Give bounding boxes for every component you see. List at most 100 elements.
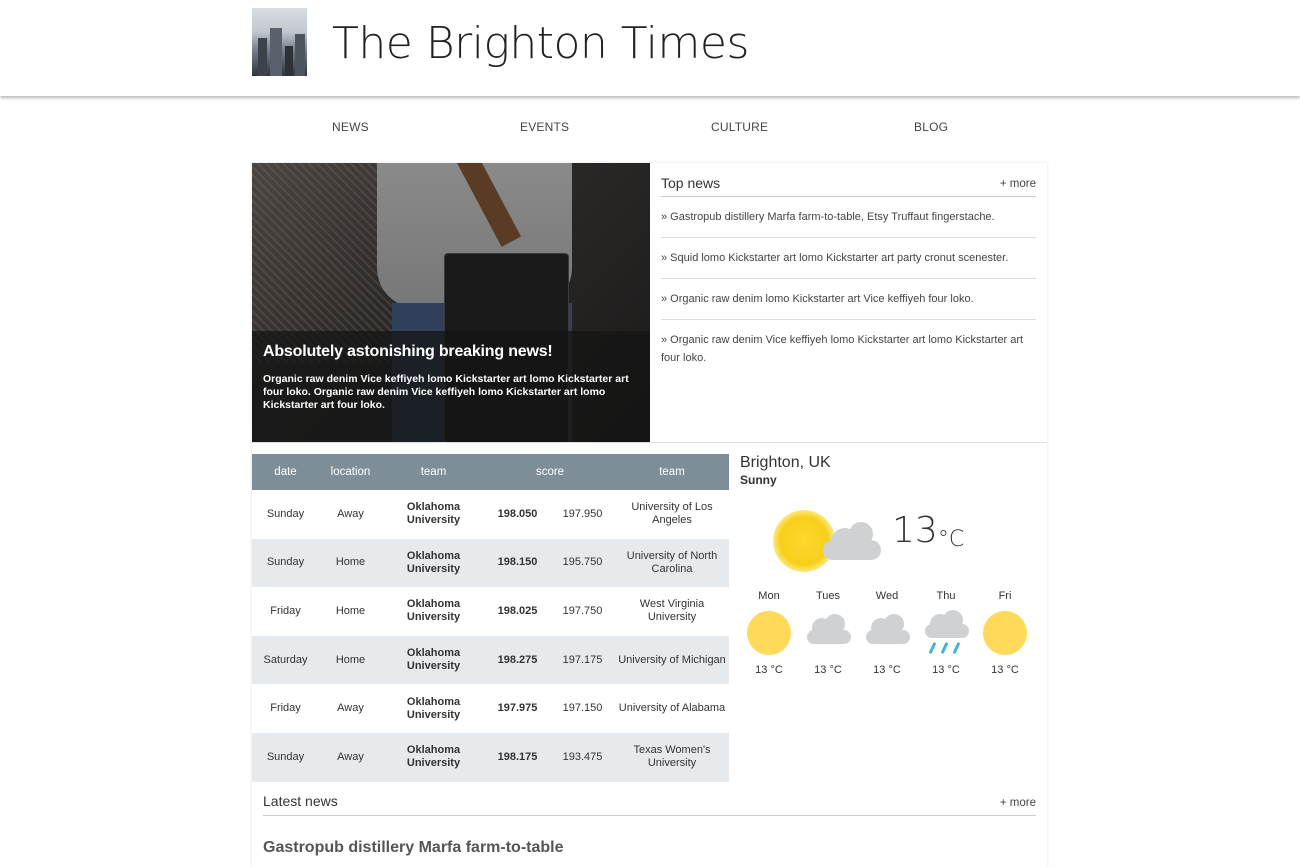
hero-summary: Organic raw denim Vice keffiyeh lomo Kic… xyxy=(263,373,629,411)
nav-item-blog[interactable]: BLOG xyxy=(914,120,948,134)
table-header-row: date location team score team xyxy=(252,454,729,490)
top-news-list: » Gastropub distillery Marfa farm-to-tab… xyxy=(661,197,1036,378)
table-row: Sunday Away Oklahoma University 198.050 … xyxy=(252,490,729,539)
forecast-day: Tues 13 °C xyxy=(799,590,857,676)
site-header: The Brighton Times xyxy=(0,0,1300,96)
cell-opponent: West Virginia University xyxy=(639,598,705,624)
section-divider xyxy=(252,442,1047,443)
cell-opponent: University of Los Angeles xyxy=(631,501,713,527)
cloud-icon xyxy=(862,608,912,658)
cell-team: Oklahoma University xyxy=(406,695,461,721)
latest-news-more-link[interactable]: + more xyxy=(1000,797,1036,809)
forecast-temp: 13 °C xyxy=(932,664,960,676)
cell-location: Away xyxy=(319,732,382,782)
cell-date: Sunday xyxy=(266,507,305,520)
latest-news-headline[interactable]: Gastropub distillery Marfa farm-to-table xyxy=(263,839,1036,857)
forecast-temp: 13 °C xyxy=(991,664,1019,676)
forecast-temp: 13 °C xyxy=(873,664,901,676)
top-news-item[interactable]: » Gastropub distillery Marfa farm-to-tab… xyxy=(661,197,1036,238)
table-row: Sunday Home Oklahoma University 198.150 … xyxy=(252,538,729,588)
forecast-day-name: Thu xyxy=(936,590,956,602)
cell-score-away: 195.750 xyxy=(550,538,615,588)
table-row: Saturday Home Oklahoma University 198.27… xyxy=(252,635,729,685)
cell-date: Friday xyxy=(270,702,301,715)
hero-story[interactable]: Absolutely astonishing breaking news! Or… xyxy=(252,163,650,443)
cell-opponent: University of Alabama xyxy=(618,702,726,715)
cell-score-home: 198.275 xyxy=(485,635,550,685)
cell-team: Oklahoma University xyxy=(382,732,485,782)
top-news-section: Top news + more » Gastropub distillery M… xyxy=(661,175,1036,378)
cell-score-away: 197.150 xyxy=(562,702,603,715)
rain-cloud-icon xyxy=(921,608,971,658)
site-title[interactable]: The Brighton Times xyxy=(332,18,749,69)
forecast-day-name: Tues xyxy=(815,590,841,602)
forecast-day-name: Fri xyxy=(998,590,1012,602)
forecast-day: Thu 13 °C xyxy=(917,590,975,676)
sun-icon xyxy=(744,608,794,658)
cell-team: Oklahoma University xyxy=(406,501,461,527)
cell-score-home: 198.025 xyxy=(497,604,538,617)
table-row: Friday Home Oklahoma University 198.025 … xyxy=(252,587,729,636)
nav-item-events[interactable]: EVENTS xyxy=(520,120,569,134)
nav-item-news[interactable]: NEWS xyxy=(332,120,369,134)
cell-location: Away xyxy=(337,702,364,715)
col-header-opponent: team xyxy=(615,454,729,490)
sun-icon xyxy=(980,608,1030,658)
col-header-score: score xyxy=(485,454,615,490)
scores-table: date location team score team Sunday Awa… xyxy=(252,454,729,782)
cell-score-home: 198.050 xyxy=(497,507,538,520)
top-news-header: Top news + more xyxy=(661,175,1036,197)
cell-score-home: 198.150 xyxy=(485,538,550,588)
top-news-item[interactable]: » Squid lomo Kickstarter art lomo Kickst… xyxy=(661,238,1036,279)
forecast-day: Fri 13 °C xyxy=(976,590,1034,676)
hero-caption: Absolutely astonishing breaking news! Or… xyxy=(252,331,650,443)
cell-date: Sunday xyxy=(252,732,319,782)
cell-opponent: University of Michigan xyxy=(615,635,729,685)
cell-score-home: 198.175 xyxy=(485,732,550,782)
top-news-item[interactable]: » Organic raw denim Vice keffiyeh lomo K… xyxy=(661,320,1036,378)
cell-opponent: University of North Carolina xyxy=(615,538,729,588)
main-nav: NEWS EVENTS CULTURE BLOG xyxy=(252,120,1047,138)
forecast-day: Wed 13 °C xyxy=(858,590,916,676)
cell-score-away: 197.175 xyxy=(550,635,615,685)
top-news-title: Top news xyxy=(661,175,721,191)
cell-team: Oklahoma University xyxy=(382,635,485,685)
nav-item-culture[interactable]: CULTURE xyxy=(711,120,768,134)
cloud-icon xyxy=(803,608,853,658)
cell-date: Sunday xyxy=(252,538,319,588)
cell-date: Saturday xyxy=(252,635,319,685)
cell-score-away: 193.475 xyxy=(550,732,615,782)
current-temperature: 13°C xyxy=(892,510,965,552)
latest-news-section: Latest news + more Gastropub distillery … xyxy=(263,793,1036,857)
weather-city: Brighton, UK xyxy=(740,454,831,471)
weather-widget: Brighton, UK Sunny 13°C Mon 13 °C Tues 1… xyxy=(740,454,1040,676)
logo-image[interactable] xyxy=(252,8,307,76)
col-header-team: team xyxy=(382,454,485,490)
cell-date: Friday xyxy=(270,604,301,617)
forecast-temp: 13 °C xyxy=(755,664,783,676)
sun-cloud-icon xyxy=(765,502,885,582)
forecast-day-name: Mon xyxy=(758,590,780,602)
table-row: Friday Away Oklahoma University 197.975 … xyxy=(252,684,729,733)
table-row: Sunday Away Oklahoma University 198.175 … xyxy=(252,732,729,782)
col-header-location: location xyxy=(319,454,382,490)
cell-location: Home xyxy=(319,538,382,588)
main-content: Absolutely astonishing breaking news! Or… xyxy=(252,163,1047,867)
cell-opponent: Texas Women's University xyxy=(615,732,729,782)
cell-location: Home xyxy=(335,604,366,617)
latest-news-header: Latest news + more xyxy=(263,793,1036,816)
hero-headline[interactable]: Absolutely astonishing breaking news! xyxy=(263,343,639,361)
forecast-day-name: Wed xyxy=(875,590,899,602)
forecast-day: Mon 13 °C xyxy=(740,590,798,676)
weather-condition: Sunny xyxy=(740,473,777,487)
cell-location: Home xyxy=(319,635,382,685)
cell-location: Away xyxy=(337,507,364,520)
top-news-item[interactable]: » Organic raw denim lomo Kickstarter art… xyxy=(661,279,1036,320)
latest-news-title: Latest news xyxy=(263,793,338,809)
cell-score-away: 197.750 xyxy=(562,604,603,617)
cell-score-away: 197.950 xyxy=(562,507,603,520)
forecast-temp: 13 °C xyxy=(814,664,842,676)
top-news-more-link[interactable]: + more xyxy=(1000,178,1036,190)
cell-score-home: 197.975 xyxy=(497,702,538,715)
cell-team: Oklahoma University xyxy=(406,598,461,624)
